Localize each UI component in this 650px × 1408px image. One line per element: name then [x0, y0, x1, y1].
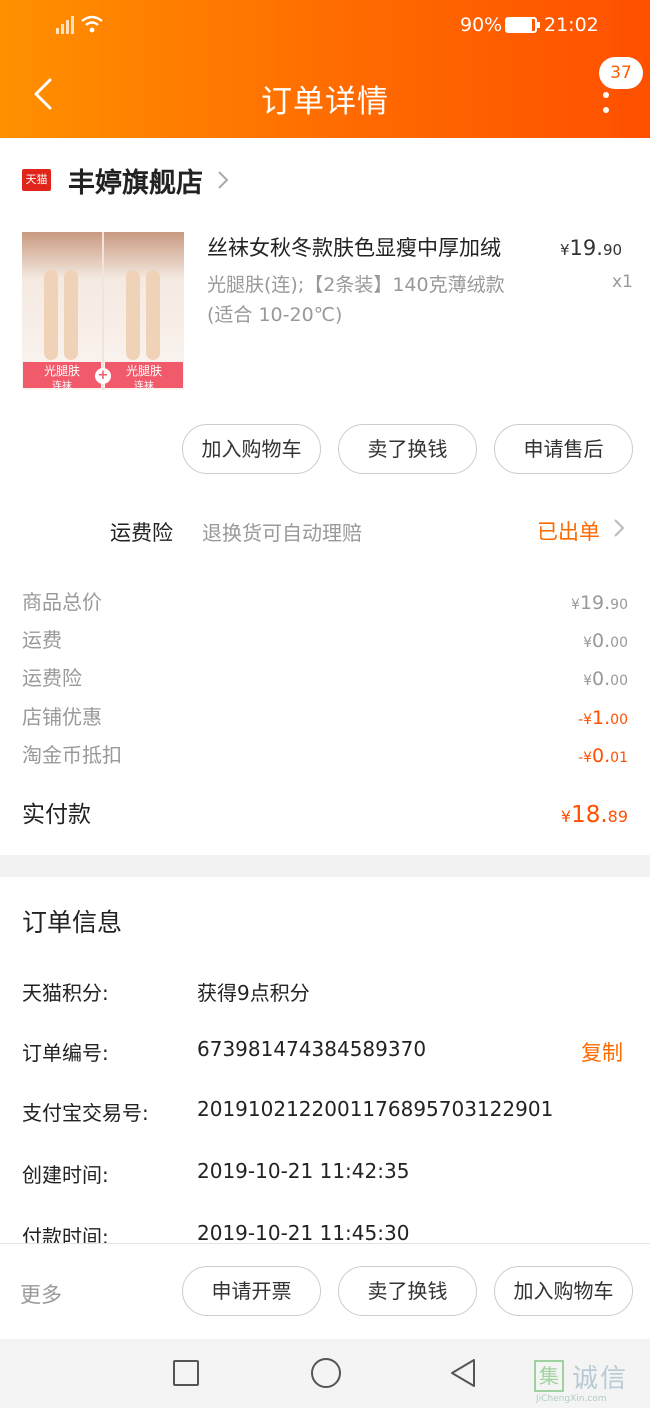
- app-header: 90% 21:02 订单详情 37: [0, 0, 650, 138]
- battery-percent: 90%: [460, 14, 503, 36]
- signal-icon: [56, 16, 74, 34]
- status-bar: 90% 21:02: [0, 12, 650, 42]
- wifi-icon: [81, 15, 103, 33]
- total-value: ¥18.89: [560, 802, 628, 828]
- sku-line: 光腿肤(连);【2条装】140克薄绒款: [207, 274, 505, 296]
- info-key: 支付宝交易号:: [22, 1101, 149, 1125]
- image-label: 连袜: [134, 381, 154, 390]
- created-time: 2019-10-21 11:42:35: [197, 1159, 410, 1183]
- home-icon[interactable]: [311, 1358, 341, 1388]
- chevron-right-icon[interactable]: [613, 518, 625, 538]
- sku-line: (适合 10-20℃): [207, 304, 343, 326]
- info-value: 获得9点积分: [197, 981, 310, 1005]
- product-sku: 光腿肤(连);【2条装】140克薄绒款 (适合 10-20℃): [207, 270, 547, 330]
- price-row-coin-deduction: 淘金币抵扣 -¥0.01: [22, 743, 628, 767]
- price-row-subtotal: 商品总价 ¥19.90: [22, 590, 628, 614]
- copy-button[interactable]: 复制: [581, 1037, 623, 1067]
- more-menu-icon[interactable]: [596, 92, 618, 116]
- store-header[interactable]: 天猫 丰婷旗舰店: [22, 158, 229, 202]
- info-key: 订单编号:: [22, 1041, 109, 1065]
- alipay-trade-number: 2019102122001176895703122901: [197, 1097, 554, 1121]
- price-row-shipping-insurance: 运费险 ¥0.00: [22, 666, 628, 690]
- insurance-label: 运费险: [110, 521, 173, 545]
- more-link[interactable]: 更多: [20, 1279, 62, 1309]
- price-row-shipping: 运费 ¥0.00: [22, 628, 628, 652]
- insurance-text: 退换货可自动理赔: [202, 521, 362, 545]
- product-title[interactable]: 丝袜女秋冬款肤色显瘦中厚加绒: [207, 232, 501, 262]
- page-title: 订单详情: [261, 84, 389, 120]
- order-number: 673981474384589370: [197, 1037, 427, 1061]
- watermark-url: JiChengXin.com: [536, 1394, 607, 1404]
- info-key: 创建时间:: [22, 1163, 109, 1187]
- image-label: 光腿肤: [125, 364, 162, 378]
- back-triangle-icon[interactable]: [448, 1357, 478, 1389]
- price-value: ¥0.00: [583, 630, 628, 652]
- store-name[interactable]: 丰婷旗舰店: [68, 161, 203, 200]
- watermark-text: 诚信: [572, 1364, 629, 1394]
- tmall-logo: 天猫: [22, 169, 51, 191]
- request-invoice-button[interactable]: 申请开票: [182, 1266, 321, 1316]
- order-info-title: 订单信息: [22, 908, 123, 937]
- paid-time: 2019-10-21 11:45:30: [197, 1221, 410, 1245]
- bottom-action-bar: 更多 申请开票 卖了换钱 加入购物车: [0, 1243, 650, 1339]
- image-label: 光腿肤: [43, 364, 80, 378]
- resell-button[interactable]: 卖了换钱: [338, 424, 477, 474]
- price-row-store-discount: 店铺优惠 -¥1.00: [22, 705, 628, 729]
- price-value: ¥0.00: [583, 668, 628, 690]
- recent-apps-icon[interactable]: [173, 1360, 199, 1386]
- after-sales-button[interactable]: 申请售后: [494, 424, 633, 474]
- section-divider: [0, 855, 650, 877]
- plus-icon: +: [95, 368, 111, 384]
- status-time: 21:02: [544, 14, 599, 36]
- chevron-right-icon: [218, 171, 229, 189]
- insurance-status[interactable]: 已出单: [537, 516, 600, 546]
- message-count-badge[interactable]: 37: [599, 57, 643, 89]
- price-row-total: 实付款 ¥18.89: [22, 802, 628, 828]
- info-key: 天猫积分:: [22, 981, 109, 1005]
- battery-icon: [505, 17, 540, 33]
- image-label: 连袜: [52, 381, 72, 390]
- resell-button[interactable]: 卖了换钱: [338, 1266, 477, 1316]
- price-value: -¥1.00: [578, 707, 628, 729]
- product-image[interactable]: 光腿肤连袜 光腿肤连袜 +: [22, 232, 184, 390]
- watermark: 集 诚信 JiChengXin.com: [534, 1356, 648, 1406]
- add-to-cart-button[interactable]: 加入购物车: [494, 1266, 633, 1316]
- product-price: ¥19.90: [560, 236, 623, 260]
- watermark-logo: 集: [534, 1360, 564, 1392]
- product-quantity: x1: [612, 272, 633, 292]
- price-value: ¥19.90: [571, 592, 628, 614]
- price-value: -¥0.01: [578, 745, 628, 767]
- add-to-cart-button[interactable]: 加入购物车: [182, 424, 321, 474]
